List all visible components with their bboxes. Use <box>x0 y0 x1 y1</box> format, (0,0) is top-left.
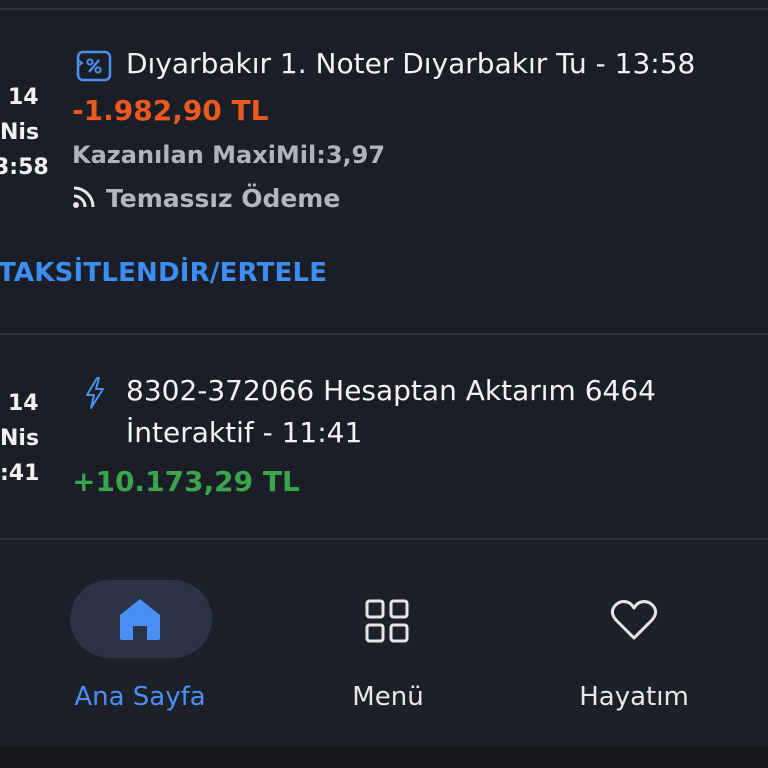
lightning-icon <box>84 376 106 414</box>
divider <box>0 538 768 540</box>
nav-item-hayatim[interactable]: Hayatım <box>512 556 768 746</box>
discount-receipt-icon <box>76 50 112 86</box>
bottom-navigation: Ana Sayfa Menü Hayatım <box>0 556 768 768</box>
installment-defer-link[interactable]: TAKSİTLENDİR/ERTELE <box>0 258 327 288</box>
contactless-icon <box>72 185 96 213</box>
nav-item-menu[interactable]: Menü <box>256 556 512 746</box>
date-day: 14 <box>8 391 39 416</box>
transaction-list-screen: 14 Nis 3:58 Dıyarbakır 1. Noter Dıyarbak… <box>0 0 768 768</box>
divider <box>0 333 768 335</box>
date-month: Nis <box>0 426 40 451</box>
transaction-amount: -1.982,90 TL <box>72 94 269 127</box>
home-icon <box>116 596 164 646</box>
nav-label-home: Ana Sayfa <box>74 682 206 712</box>
date-time: 3:58 <box>0 155 49 180</box>
maximil-earned: Kazanılan MaxiMil:3,97 <box>72 141 386 169</box>
grid-icon <box>364 598 410 648</box>
transaction-description-line2: İnteraktif - 11:41 <box>126 416 363 449</box>
divider <box>0 8 768 10</box>
nav-label-menu: Menü <box>352 682 424 712</box>
payment-type: Temassız Ödeme <box>72 184 340 213</box>
transaction-date: 14 Nis 3:58 <box>0 80 54 185</box>
date-day: 14 <box>8 85 39 110</box>
transaction-description-line1: 8302-372066 Hesaptan Aktarım 6464 <box>126 374 656 407</box>
transaction-amount: +10.173,29 TL <box>72 465 300 498</box>
system-bar <box>0 746 768 768</box>
date-month: Nis <box>0 120 40 145</box>
transaction-description: Dıyarbakır 1. Noter Dıyarbakır Tu - 13:5… <box>126 47 696 80</box>
heart-icon <box>610 598 658 646</box>
nav-label-hayatim: Hayatım <box>579 682 689 712</box>
nav-item-home[interactable]: Ana Sayfa <box>0 556 256 746</box>
payment-type-label: Temassız Ödeme <box>106 184 341 213</box>
date-time: :41 <box>0 461 40 486</box>
transaction-date: 14 Nis :41 <box>0 386 54 491</box>
